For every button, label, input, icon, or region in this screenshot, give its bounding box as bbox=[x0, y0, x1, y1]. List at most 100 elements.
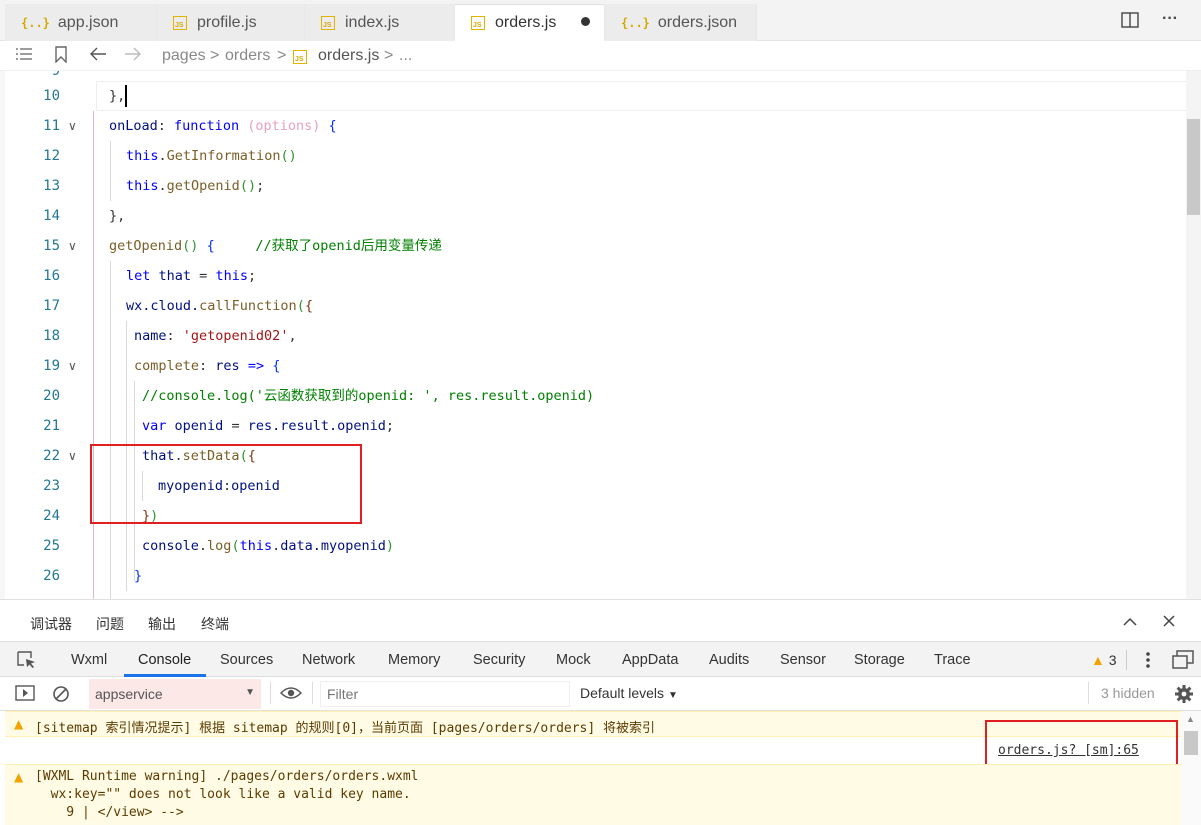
devtools-tab-network[interactable]: Network bbox=[302, 652, 355, 668]
scrollbar-thumb[interactable] bbox=[1187, 119, 1200, 215]
close-panel-icon[interactable] bbox=[1162, 612, 1176, 633]
tab-index-js[interactable]: JS index.js bbox=[305, 4, 455, 41]
line-number: 11 bbox=[43, 118, 60, 134]
tab-profile-js[interactable]: JS profile.js bbox=[157, 4, 305, 41]
code-text: wx.cloud.callFunction({ bbox=[126, 298, 313, 314]
breadcrumb-sep: > bbox=[384, 47, 394, 64]
tab-orders-json[interactable]: {..} orders.json bbox=[605, 4, 757, 41]
code-text: name: 'getopenid02', bbox=[134, 328, 297, 344]
code-line: 21 var openid = res.result.openid; bbox=[0, 411, 1186, 441]
panel-tab-output[interactable]: 输出 bbox=[148, 614, 176, 634]
split-editor-icon[interactable] bbox=[1121, 12, 1139, 33]
fold-chevron-icon[interactable]: ∨ bbox=[68, 111, 77, 141]
clear-console-icon[interactable] bbox=[52, 685, 70, 706]
breadcrumb-item[interactable]: ... bbox=[399, 47, 412, 65]
devtools-tab-appdata[interactable]: AppData bbox=[622, 652, 678, 668]
tab-label: app.json bbox=[57, 13, 119, 31]
unsaved-dot-icon[interactable] bbox=[581, 17, 590, 26]
devtools-tab-sources[interactable]: Sources bbox=[220, 652, 273, 668]
back-arrow-icon[interactable] bbox=[89, 46, 107, 67]
scrollbar-thumb[interactable] bbox=[1184, 731, 1198, 755]
devtools-tab-mock[interactable]: Mock bbox=[556, 652, 591, 668]
line-number: 23 bbox=[43, 478, 60, 494]
console-output: ▲ [sitemap 索引情况提示] 根据 sitemap 的规则[0]，当前页… bbox=[0, 711, 1201, 825]
line-number: 26 bbox=[43, 568, 60, 584]
line-number: 18 bbox=[43, 328, 60, 344]
hidden-messages-count: 3 hidden bbox=[1101, 685, 1155, 701]
fold-chevron-icon[interactable]: ∨ bbox=[68, 231, 77, 261]
code-line: 14 }, bbox=[0, 201, 1186, 231]
warning-icon: ▲ bbox=[14, 770, 24, 784]
code-text: this.GetInformation() bbox=[126, 148, 297, 164]
devtools-tab-storage[interactable]: Storage bbox=[854, 652, 905, 668]
tab-label: orders.json bbox=[657, 13, 738, 31]
line-number: 20 bbox=[43, 388, 60, 404]
code-line: 10 }, bbox=[0, 81, 1186, 111]
maximize-panel-icon[interactable] bbox=[1122, 612, 1138, 633]
eye-icon[interactable] bbox=[279, 686, 303, 703]
inspect-element-icon[interactable] bbox=[17, 651, 37, 672]
line-number: 19 bbox=[43, 358, 60, 374]
warning-icon: ▲ bbox=[1091, 652, 1105, 668]
editor-scrollbar[interactable] bbox=[1186, 71, 1201, 599]
panel-tab-debugger[interactable]: 调试器 bbox=[30, 614, 72, 634]
divider bbox=[1126, 650, 1127, 670]
undock-icon[interactable] bbox=[1172, 650, 1194, 673]
devtools-tab-memory[interactable]: Memory bbox=[388, 652, 440, 668]
code-line: 12 this.GetInformation() bbox=[0, 141, 1186, 171]
breadcrumb-sep: > bbox=[277, 47, 287, 64]
kebab-menu-icon[interactable] bbox=[1144, 650, 1152, 673]
code-line: 16 let that = this; bbox=[0, 261, 1186, 291]
text-cursor bbox=[125, 85, 127, 107]
tab-app-json[interactable]: {..} app.json bbox=[5, 4, 157, 41]
code-line: 20 //console.log('云函数获取到的openid: ', res.… bbox=[0, 381, 1186, 411]
divider bbox=[270, 682, 271, 704]
code-line: 25 console.log(this.data.myopenid) bbox=[0, 531, 1186, 561]
message-text: [WXML Runtime warning] ./pages/orders/or… bbox=[35, 769, 419, 784]
devtools-tab-audits[interactable]: Audits bbox=[709, 652, 749, 668]
levels-label: Default levels bbox=[580, 685, 665, 701]
chevron-down-icon: ▼ bbox=[245, 687, 255, 698]
devtools-tab-trace[interactable]: Trace bbox=[934, 652, 971, 668]
devtools-tab-security[interactable]: Security bbox=[473, 652, 525, 668]
js-file-icon: JS bbox=[471, 16, 485, 30]
code-text: this.getOpenid(); bbox=[126, 178, 265, 194]
tab-label: profile.js bbox=[197, 13, 257, 31]
sidebar-toggle-icon[interactable] bbox=[15, 685, 35, 704]
fold-chevron-icon[interactable]: ∨ bbox=[68, 441, 77, 471]
json-file-icon: {..} bbox=[621, 15, 650, 30]
breadcrumb-item[interactable]: pages bbox=[162, 47, 206, 65]
console-scrollbar[interactable]: ▲ bbox=[1181, 711, 1201, 825]
scroll-up-icon[interactable]: ▲ bbox=[1186, 714, 1195, 724]
more-actions-icon[interactable]: ··· bbox=[1162, 10, 1178, 28]
breadcrumb: pages > orders > JS orders.js > ... bbox=[0, 41, 1201, 71]
gear-icon[interactable] bbox=[1174, 684, 1194, 707]
annotation-highlight-box bbox=[90, 444, 362, 524]
line-number: 24 bbox=[43, 508, 60, 524]
bookmark-icon[interactable] bbox=[54, 46, 68, 68]
devtools-tab-wxml[interactable]: Wxml bbox=[71, 652, 107, 668]
list-icon[interactable] bbox=[15, 46, 33, 67]
devtools-tab-sensor[interactable]: Sensor bbox=[780, 652, 826, 668]
context-select[interactable]: appservice ▼ bbox=[89, 679, 261, 709]
line-number: 10 bbox=[43, 88, 60, 104]
filter-input[interactable] bbox=[320, 681, 570, 707]
code-line: 15 ∨ getOpenid() { //获取了openid后用变量传递 bbox=[0, 231, 1186, 261]
forward-arrow-icon[interactable] bbox=[124, 46, 142, 67]
warning-counter[interactable]: ▲ 3 bbox=[1091, 652, 1117, 668]
log-levels-dropdown[interactable]: Default levels ▼ bbox=[580, 685, 678, 701]
console-filter-bar: appservice ▼ Default levels ▼ 3 hidden bbox=[0, 677, 1201, 711]
breadcrumb-item[interactable]: orders.js bbox=[318, 47, 379, 65]
js-file-icon: JS bbox=[321, 15, 335, 30]
panel-tab-problems[interactable]: 问题 bbox=[96, 614, 124, 634]
tab-orders-js[interactable]: JS orders.js bbox=[455, 4, 605, 41]
line-number: 17 bbox=[43, 298, 60, 314]
fold-chevron-icon[interactable]: ∨ bbox=[68, 351, 77, 381]
code-editor[interactable]: 9 ───── 10 }, 11 ∨ onLoad: function (opt… bbox=[0, 71, 1201, 599]
panel-tab-terminal[interactable]: 终端 bbox=[201, 614, 229, 634]
line-number: 12 bbox=[43, 148, 60, 164]
line-number: 14 bbox=[43, 208, 60, 224]
devtools-tab-console[interactable]: Console bbox=[138, 652, 191, 668]
code-text: let that = this; bbox=[126, 268, 257, 284]
breadcrumb-item[interactable]: orders bbox=[225, 47, 270, 65]
